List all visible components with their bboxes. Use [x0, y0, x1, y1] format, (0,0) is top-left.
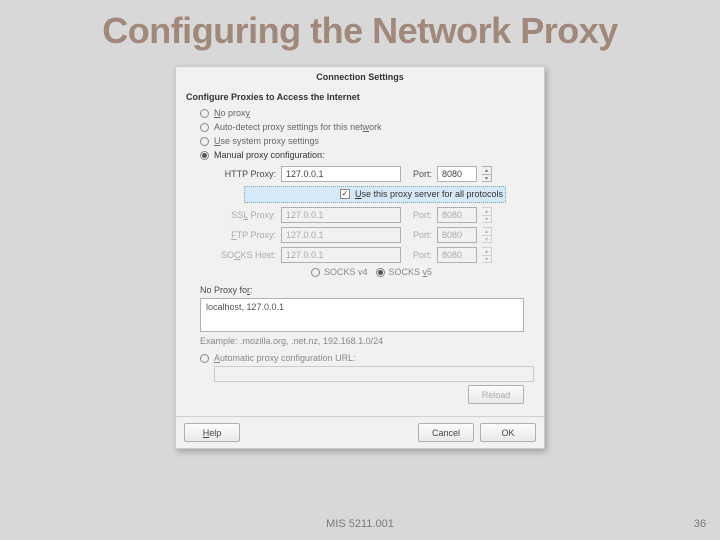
- socks-host-row: SOCKS Host: 127.0.0.1 Port: 8080 ▴▾: [216, 245, 534, 265]
- http-host-input[interactable]: 127.0.0.1: [281, 166, 401, 182]
- radio-icon: [376, 268, 385, 277]
- radio-auto-detect[interactable]: Auto-detect proxy settings for this netw…: [186, 120, 534, 134]
- radio-socks-v5: SOCKS v5: [376, 267, 433, 277]
- radio-icon: [200, 109, 209, 118]
- dialog-footer: Help Cancel OK: [176, 416, 544, 448]
- radio-icon: [200, 354, 209, 363]
- auto-url-label: Automatic proxy configuration URL:: [214, 353, 356, 363]
- section-heading: Configure Proxies to Access the Internet: [186, 92, 534, 102]
- socks-v4-label: SOCKS v4: [324, 267, 368, 277]
- ssl-proxy-row: SSL Proxy: 127.0.0.1 Port: 8080 ▴▾: [216, 205, 534, 225]
- dialog-title: Connection Settings: [176, 67, 544, 86]
- radio-auto-config-url[interactable]: Automatic proxy configuration URL:: [186, 350, 534, 366]
- port-label: Port:: [406, 230, 432, 240]
- proxy-grid: HTTP Proxy: 127.0.0.1 Port: 8080 ▴▾ ✓ Us…: [186, 162, 534, 281]
- http-label: HTTP Proxy:: [216, 169, 276, 179]
- radio-icon: [311, 268, 320, 277]
- connection-settings-dialog: Connection Settings Configure Proxies to…: [175, 66, 545, 449]
- radio-icon: [200, 137, 209, 146]
- radio-use-system[interactable]: Use system proxy settings: [186, 134, 534, 148]
- no-proxy-textarea[interactable]: localhost, 127.0.0.1: [200, 298, 524, 332]
- example-text: Example: .mozilla.org, .net.nz, 192.168.…: [186, 332, 534, 350]
- ssl-label: SSL Proxy:: [216, 210, 276, 220]
- auto-config-url-input: [214, 366, 534, 382]
- port-label: Port:: [406, 169, 432, 179]
- ssl-host-input: 127.0.0.1: [281, 207, 401, 223]
- socks-port-input: 8080: [437, 247, 477, 263]
- slide-title: Configuring the Network Proxy: [0, 0, 720, 60]
- reload-button: Reload: [468, 385, 524, 404]
- ftp-port-input: 8080: [437, 227, 477, 243]
- ftp-label: FTP Proxy:: [216, 230, 276, 240]
- radio-label: Use system proxy settings: [214, 136, 319, 146]
- checkbox-icon: ✓: [340, 189, 350, 199]
- port-spinner: ▴▾: [482, 207, 492, 223]
- port-label: Port:: [406, 210, 432, 220]
- ssl-port-input: 8080: [437, 207, 477, 223]
- radio-manual[interactable]: Manual proxy configuration:: [186, 148, 534, 162]
- http-port-input[interactable]: 8080: [437, 166, 477, 182]
- socks-label: SOCKS Host:: [216, 250, 276, 260]
- socks-version-row: SOCKS v4 SOCKS v5: [216, 265, 534, 279]
- help-button[interactable]: Help: [184, 423, 240, 442]
- radio-icon: [200, 123, 209, 132]
- port-label: Port:: [406, 250, 432, 260]
- radio-socks-v4: SOCKS v4: [311, 267, 368, 277]
- port-spinner[interactable]: ▴▾: [482, 166, 492, 182]
- footer-course-code: MIS 5211.001: [326, 518, 394, 530]
- socks-host-input: 127.0.0.1: [281, 247, 401, 263]
- radio-label: No proxy: [214, 108, 250, 118]
- radio-no-proxy[interactable]: No proxy: [186, 106, 534, 120]
- footer-page-number: 36: [694, 518, 706, 530]
- no-proxy-for-label: No Proxy for:: [186, 285, 534, 295]
- use-for-all-label: Use this proxy server for all protocols: [355, 189, 503, 199]
- port-spinner: ▴▾: [482, 247, 492, 263]
- radio-icon: [200, 151, 209, 160]
- ftp-proxy-row: FTP Proxy: 127.0.0.1 Port: 8080 ▴▾: [216, 225, 534, 245]
- ok-button[interactable]: OK: [480, 423, 536, 442]
- socks-v5-label: SOCKS v5: [389, 267, 433, 277]
- use-for-all-row[interactable]: ✓ Use this proxy server for all protocol…: [244, 186, 506, 203]
- ftp-host-input: 127.0.0.1: [281, 227, 401, 243]
- radio-label: Manual proxy configuration:: [214, 150, 325, 160]
- cancel-button[interactable]: Cancel: [418, 423, 474, 442]
- port-spinner: ▴▾: [482, 227, 492, 243]
- radio-label: Auto-detect proxy settings for this netw…: [214, 122, 382, 132]
- http-proxy-row: HTTP Proxy: 127.0.0.1 Port: 8080 ▴▾: [216, 164, 534, 184]
